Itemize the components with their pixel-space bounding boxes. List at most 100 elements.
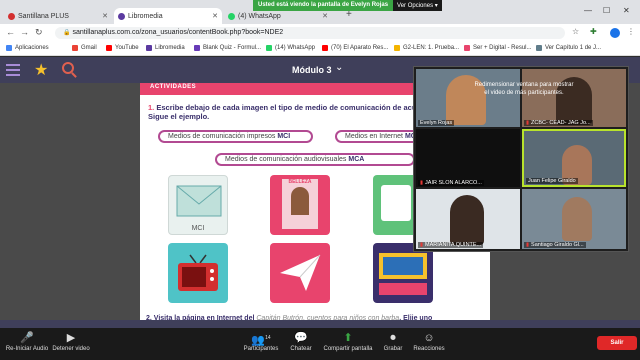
video-tile-marianita[interactable]: ▮ MARIANITA QUINTE...: [416, 189, 520, 249]
cinema-icon: [379, 253, 427, 295]
pill-medios-impresos: Medios de comunicación impresos MCI: [158, 130, 313, 143]
module-title[interactable]: Módulo 3: [292, 65, 332, 75]
participant-name: MARIANITA QUINTE...: [425, 242, 482, 248]
santillana-favicon-icon: [8, 12, 15, 20]
close-tab-icon[interactable]: ✕: [322, 12, 328, 20]
button-label: Chatear: [290, 346, 312, 352]
apps-grid-icon: [6, 45, 12, 51]
bookmark-libromedia[interactable]: Libromedia: [146, 45, 185, 51]
forward-icon[interactable]: →: [20, 27, 29, 37]
card-tv: [168, 243, 228, 303]
tab-title: Libromedia: [128, 12, 163, 20]
maximize-icon[interactable]: ☐: [603, 6, 610, 15]
page-icon: [536, 45, 542, 51]
button-label: Participantes: [243, 346, 279, 352]
video-camera-icon: ▶: [66, 332, 76, 344]
participant-face: [450, 195, 484, 245]
envelope-icon: [176, 185, 222, 217]
zoom-video-grid: Evelyn Rojas ▮ ZCBC- CEAD- JAG Jo... ▮ JAI…: [413, 66, 629, 252]
participant-name: Juan Felipe Giraldo: [526, 178, 578, 184]
tab-libromedia[interactable]: Libromedia ✕: [114, 8, 222, 24]
participants-glyph: 👥: [251, 334, 266, 347]
bookmark-label: Ver Capítulo 1 de J...: [545, 45, 602, 51]
card-cinema: [373, 243, 433, 303]
g2-icon: [394, 45, 400, 51]
close-window-icon[interactable]: ✕: [623, 6, 630, 15]
tab-santillana-plus[interactable]: Santillana PLUS ✕: [4, 8, 112, 24]
profile-avatar[interactable]: [610, 28, 620, 38]
video-tile-zcbc[interactable]: ▮ ZCBC- CEAD- JAG Jo...: [522, 69, 626, 127]
whatsapp-icon: [266, 45, 272, 51]
bookmark-star-icon[interactable]: ☆: [572, 27, 579, 36]
participant-name-wrap: ▮ JAIR SLON ALARCO...: [418, 180, 484, 186]
video-tile-evelyn[interactable]: Evelyn Rojas: [416, 69, 520, 127]
ser-digital-icon: [464, 45, 470, 51]
tv-icon: [178, 254, 218, 291]
whatsapp-favicon-icon: [228, 12, 235, 20]
bookmark-g2-len[interactable]: G2-LEN: 1. Prueba...: [394, 45, 459, 51]
libromedia-icon: [146, 45, 152, 51]
mic-muted-icon: ▮: [420, 242, 424, 248]
bookmark-label: (70) El Aparato Res...: [331, 45, 389, 51]
bookmarks-bar: Aplicaciones Gmail YouTube Libromedia Bl…: [0, 42, 640, 56]
instruction-number: 1.: [148, 103, 155, 112]
bookmark-youtube[interactable]: YouTube: [106, 45, 139, 51]
video-tile-juan-felipe[interactable]: Juan Felipe Giraldo: [522, 129, 626, 187]
button-label: Detener video: [52, 346, 90, 352]
participant-name: Santiago Giraldo Gl...: [531, 242, 584, 248]
bookmark-whatsapp[interactable]: (14) WhatsApp: [266, 45, 315, 51]
close-tab-icon[interactable]: ✕: [212, 12, 218, 20]
bookmark-label: Libromedia: [155, 45, 185, 51]
magazine-icon: BELLEZA: [282, 179, 318, 229]
bookmark-label: YouTube: [115, 45, 139, 51]
bookmark-aparato[interactable]: (70) El Aparato Res...: [322, 45, 388, 51]
zoom-toolbar: 🎤 Re-Iniciar Audio ▶ Detener video 👥14 P…: [0, 328, 640, 360]
restart-audio-button[interactable]: 🎤 Re-Iniciar Audio: [2, 330, 52, 352]
participant-name: JAIR SLON ALARCO...: [425, 180, 482, 186]
stop-video-button[interactable]: ▶ Detener video: [46, 330, 96, 352]
mic-muted-icon: ▮: [526, 120, 530, 126]
pill-text: Medios de comunicación impresos: [168, 133, 276, 140]
screen: Santillana PLUS ✕ Libromedia ✕ (4) Whats…: [0, 0, 640, 360]
chevron-down-icon[interactable]: ⌄: [335, 62, 343, 73]
url-input[interactable]: 🔒 santillanaplus.com.co/zona_usuarios/co…: [55, 27, 565, 39]
favorites-star-icon[interactable]: ★: [34, 60, 48, 80]
reload-icon[interactable]: ↻: [35, 27, 43, 38]
book-nav-bar: [0, 320, 640, 328]
resize-window-message: Redimensionar ventana para mostrar el vi…: [474, 82, 574, 96]
button-label: Re-Iniciar Audio: [5, 346, 49, 352]
participant-name-wrap: ▮ Santiago Giraldo Gl...: [524, 242, 586, 248]
chat-button[interactable]: 💬 Chatear: [276, 330, 326, 352]
bookmark-label: Aplicaciones: [15, 45, 49, 51]
reactions-button[interactable]: ☺ Reacciones: [404, 330, 454, 352]
url-text: santillanaplus.com.co/zona_usuarios/cont…: [72, 29, 284, 36]
paper-plane-icon: [280, 254, 321, 291]
bookmark-apps[interactable]: Aplicaciones: [6, 45, 49, 51]
bookmark-blank-quiz[interactable]: Blank Quiz - Formul...: [194, 45, 261, 51]
leave-meeting-button[interactable]: Salir: [597, 336, 637, 350]
button-label: Compartir pantalla: [323, 346, 373, 352]
participant-face: [562, 197, 592, 241]
extension-icon[interactable]: ✚: [590, 27, 597, 36]
participants-count: 14: [265, 335, 271, 341]
video-tile-santiago[interactable]: ▮ Santiago Giraldo Gl...: [522, 189, 626, 249]
gmail-icon: [72, 45, 78, 51]
tab-title: (4) WhatsApp: [238, 12, 281, 20]
close-tab-icon[interactable]: ✕: [102, 12, 108, 20]
browser-menu-icon[interactable]: ⋮: [627, 27, 635, 36]
search-icon[interactable]: [62, 62, 74, 74]
address-bar: ← → ↻ 🔒 santillanaplus.com.co/zona_usuar…: [0, 24, 640, 42]
view-options-button[interactable]: Ver Opciones ▾: [393, 0, 442, 11]
minimize-icon[interactable]: —: [584, 6, 592, 15]
video-tile-jair[interactable]: ▮ JAIR SLON ALARCO...: [416, 129, 520, 187]
bookmark-ser-digital[interactable]: Ser + Digital - Resul...: [464, 45, 532, 51]
hamburger-menu-icon[interactable]: [6, 64, 20, 76]
back-icon[interactable]: ←: [6, 27, 15, 37]
card-magazine: BELLEZA: [270, 175, 330, 235]
tablet-icon: [381, 185, 411, 221]
bookmark-ver-capitulo[interactable]: Ver Capítulo 1 de J...: [536, 45, 601, 51]
share-banner: Usted está viendo la pantalla de Evelyn …: [253, 0, 394, 11]
bookmark-gmail[interactable]: Gmail: [72, 45, 97, 51]
forms-icon: [194, 45, 200, 51]
screen-share-notice: Usted está viendo la pantalla de Evelyn …: [253, 0, 442, 11]
